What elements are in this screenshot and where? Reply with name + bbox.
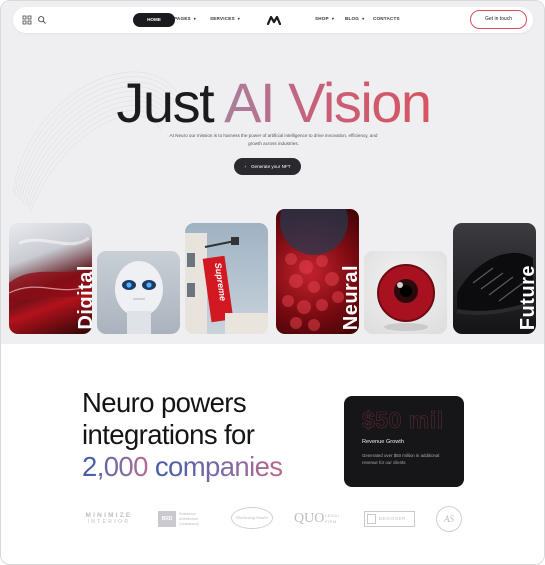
logo-caption-3: Consultancy [179,522,199,526]
nav-item-services[interactable]: SERVICES ▾ [210,16,240,21]
logo-box: BRD [158,511,176,527]
hero-section: HOME PAGES ▾ SERVICES ▾ SHOP ▾ BLOG ▾ CONTAC… [1,1,544,344]
logo-caption-2: Architecture [179,517,199,521]
quo-legal-logo: QUO LEGAL FIRM [294,511,354,529]
stat-description: Generated over $50 million in additional… [362,453,440,465]
chevron-right-icon: › [244,164,246,169]
chevron-down-icon: ▾ [237,16,240,21]
nav-item-label: SERVICES [210,16,235,21]
gallery-card-future[interactable]: Future [453,223,536,334]
hero-subtitle: At Neuro our mission is to harness the p… [169,133,378,146]
robot-head-image [115,261,163,334]
card-label: Neural [340,264,359,330]
chevron-down-icon: ▾ [331,16,335,21]
generate-nft-label: Generate your NFT [250,164,291,169]
nav-item-home[interactable]: HOME [133,13,175,27]
hero-title-part1: Just [116,71,225,134]
designer-framed-logo: DESIGNER [364,511,415,527]
nav-item-label: BLOG [345,16,360,21]
marketing-studio-logo: Marketing Studio [231,507,273,529]
gallery-card-eye[interactable] [364,251,447,334]
revenue-stat-card: $50 mil Revenue Growth Generated over $5… [344,396,464,487]
generate-nft-button[interactable]: › Generate your NFT [234,158,301,175]
logo-line-1: M I N I M I Z E [85,512,131,519]
nav-item-label: SHOP [315,16,329,21]
stat-value: $50 mil [362,407,444,434]
logo-sub-2: FIRM [325,519,337,524]
heading-line-1: Neuro powers [82,387,247,418]
minimize-interior-logo: M I N I M I Z E I N T E R I O R [82,512,134,525]
card-label: Digital [75,265,92,330]
nav-item-label: PAGES [174,16,191,21]
gallery-card-sign[interactable]: Supreme [185,223,268,334]
grid-menu-icon[interactable] [22,15,32,25]
nav-item-contacts[interactable]: CONTACTS [373,16,400,21]
integrations-heading: Neuro powers integrations for 2,000 comp… [82,387,283,483]
nav-item-label: CONTACTS [373,16,400,21]
logo-script-text: Marketing Studio [235,515,269,520]
heading-line-2: integrations for [82,419,255,450]
page: HOME PAGES ▾ SERVICES ▾ SHOP ▾ BLOG ▾ CONTAC… [0,0,545,565]
gallery-card-neural[interactable]: Neural [276,209,359,334]
nav-item-shop[interactable]: SHOP ▾ [315,16,334,21]
logo-frame-mark [367,514,376,524]
monogram-logo: AS [436,506,462,532]
nav-item-pages[interactable]: PAGES ▾ [174,16,196,21]
logo-monogram-text: AS [444,514,454,524]
residence-architecture-logo: BRD Residence Architecture Consultancy [158,511,208,527]
nav-item-label: HOME [147,17,161,22]
heading-number: 2,000 [82,451,148,482]
gallery-card-digital[interactable]: Digital [9,223,92,334]
get-in-touch-button[interactable]: Get in touch [470,10,527,29]
top-nav: HOME PAGES ▾ SERVICES ▾ SHOP ▾ BLOG ▾ CONTAC… [13,7,533,33]
stat-label: Revenue Growth [362,439,404,445]
heading-line-3-rest: companies [147,451,283,482]
red-eye-sphere-image [377,264,435,331]
logo-caption-1: Residence [179,512,196,516]
hero-title-part2: AI Vision [224,71,432,134]
brand-logo-icon[interactable] [267,15,281,25]
chevron-down-icon: ▾ [362,16,365,21]
gallery-card-robot[interactable] [97,251,180,334]
logo-main-text: QUO [294,511,325,526]
nav-item-blog[interactable]: BLOG ▾ [345,16,364,21]
chevron-down-icon: ▾ [193,16,196,21]
card-label: Future [517,264,536,330]
logo-line-2: I N T E R I O R [87,519,129,525]
logo-framed-text: DESIGNER [379,516,406,521]
partner-logos-row: M I N I M I Z E I N T E R I O R BRD Resi… [1,504,544,536]
hero-title: Just AI Vision [1,71,544,135]
logo-sub-1: LEGAL [325,513,341,518]
search-icon[interactable] [37,15,47,25]
